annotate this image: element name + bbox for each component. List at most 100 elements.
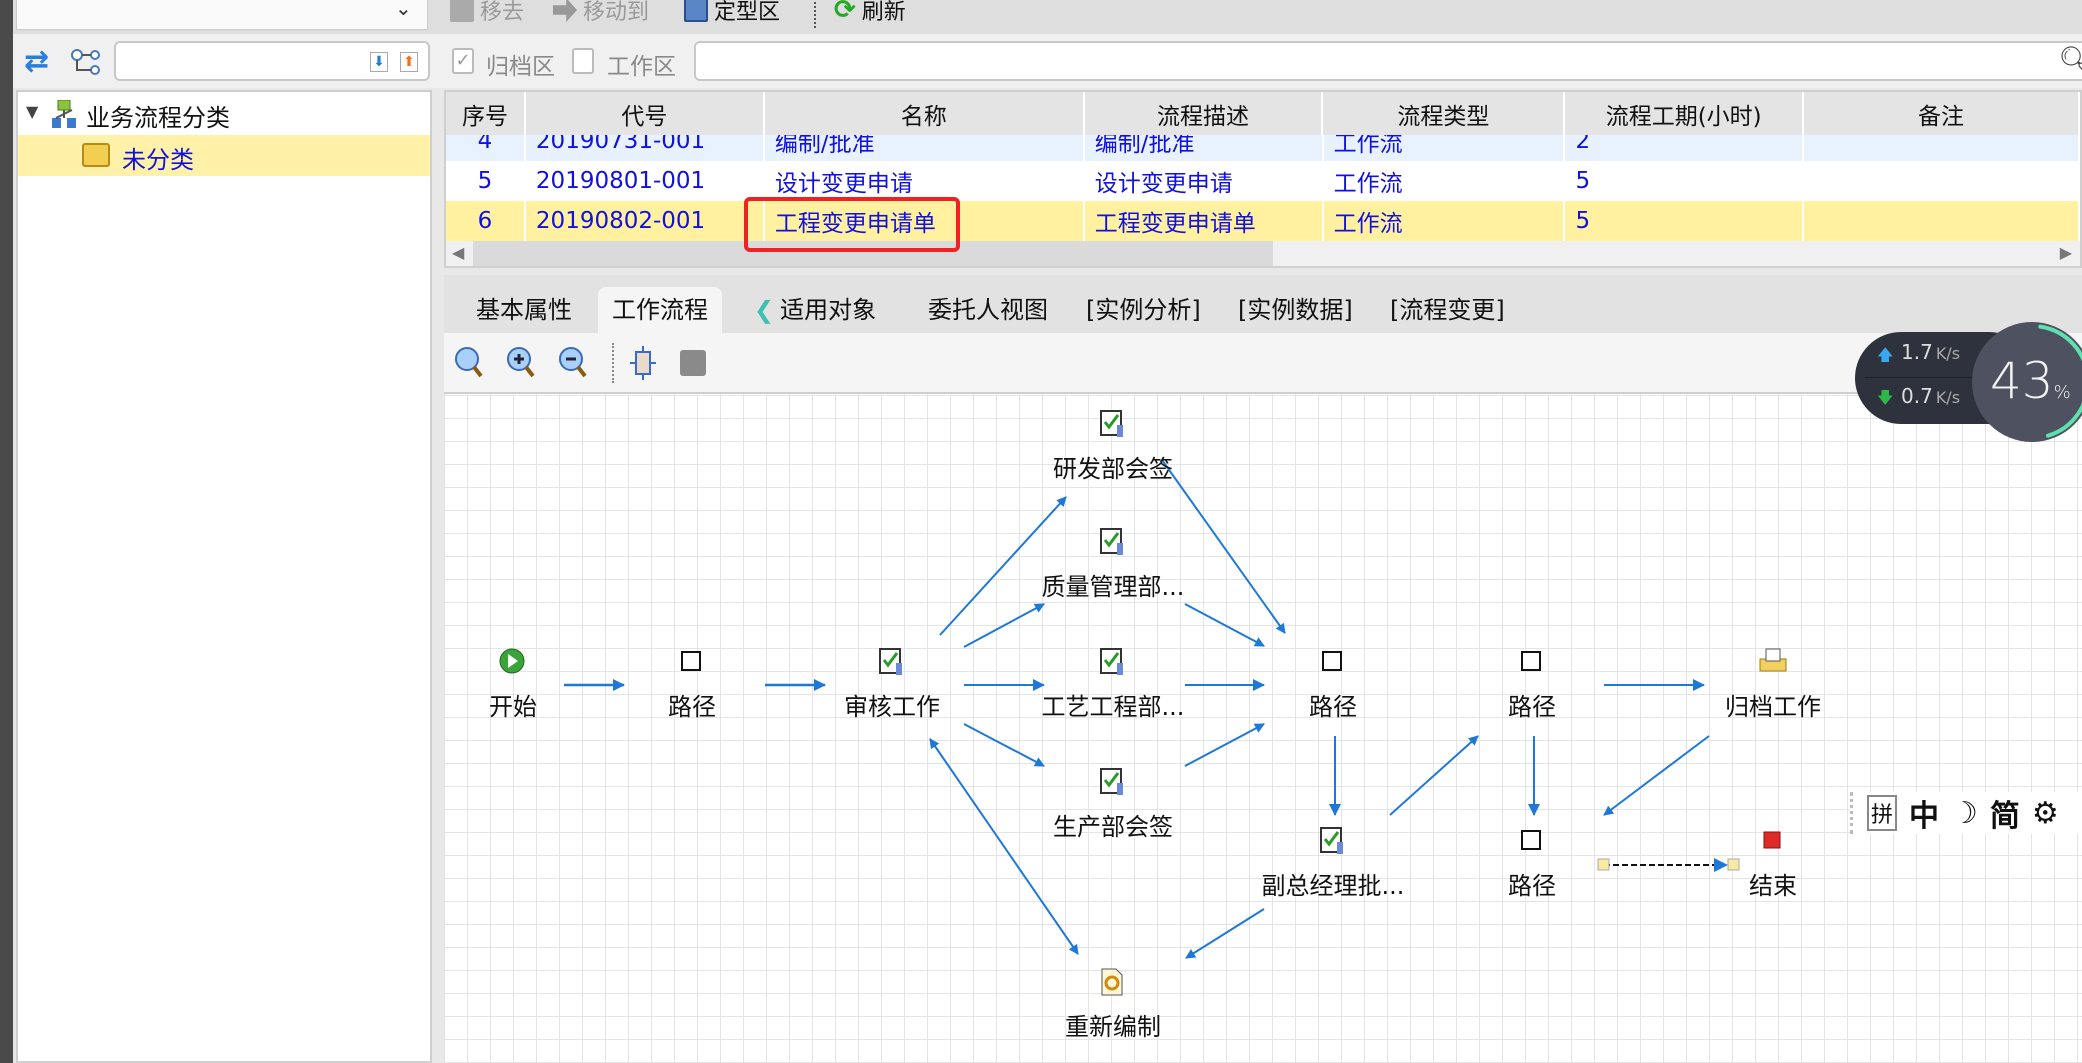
- tree-structure-icon[interactable]: [70, 48, 102, 78]
- node-label: 重新编制: [1065, 1013, 1161, 1041]
- redo-icon: [1098, 968, 1126, 1003]
- column-header[interactable]: 流程类型: [1322, 92, 1566, 135]
- scroll-left-icon[interactable]: ◀: [452, 243, 464, 262]
- edge-rd-route2[interactable]: [1161, 459, 1286, 634]
- node-review[interactable]: [877, 647, 907, 677]
- table-body: 4 20190731-001 编制/批准 编制/批准 工作流 2 5 20190801-00…: [446, 135, 2080, 241]
- column-header[interactable]: 名称: [763, 92, 1085, 135]
- edge-archive-route4[interactable]: [1603, 735, 1710, 816]
- zoom-in-icon[interactable]: [506, 346, 536, 380]
- cell-remark: [1803, 201, 2080, 241]
- edge-vp-redo[interactable]: [1185, 908, 1265, 959]
- edge-production-route2[interactable]: [1184, 723, 1265, 767]
- node-label: 开始: [489, 693, 537, 721]
- node-quality[interactable]: [1098, 527, 1128, 557]
- tab-process-change[interactable]: [流程变更]: [1376, 287, 1519, 333]
- node-label: 路径: [668, 693, 716, 721]
- task-icon: [1098, 410, 1126, 445]
- move-arrow-icon: [553, 0, 577, 22]
- fit-page-icon[interactable]: [628, 346, 658, 380]
- edge-review-production[interactable]: [963, 723, 1045, 767]
- tree-item-uncategorized[interactable]: 未分类: [18, 135, 430, 176]
- node-process[interactable]: [1098, 647, 1128, 677]
- ime-language-button[interactable]: 中: [1909, 791, 1939, 835]
- table-row[interactable]: 4 20190731-001 编制/批准 编制/批准 工作流 2: [446, 135, 2080, 161]
- refresh-button[interactable]: ⟳ 刷新: [834, 0, 906, 26]
- node-route3[interactable]: [1517, 647, 1547, 677]
- column-header[interactable]: 流程描述: [1083, 92, 1324, 135]
- zoom-fit-icon[interactable]: [454, 346, 484, 380]
- archive-zone-checkbox[interactable]: ✓: [452, 48, 474, 74]
- edge-route4-end[interactable]: [1597, 858, 1740, 872]
- cell-name: 设计变更申请: [763, 161, 1085, 201]
- column-header[interactable]: 流程工期(小时): [1564, 92, 1805, 135]
- edge-vp-route3[interactable]: [1389, 735, 1479, 816]
- node-redo[interactable]: [1098, 967, 1128, 997]
- task-icon: [1098, 648, 1126, 683]
- finalize-icon: [684, 0, 708, 22]
- column-header[interactable]: 代号: [524, 92, 765, 135]
- tree-child-label: 未分类: [122, 146, 194, 174]
- task-icon: [1098, 528, 1126, 563]
- search-icon[interactable]: 🔍︎: [2058, 44, 2082, 77]
- table-row-selected[interactable]: 6 20190802-001 工程变更申请单 工程变更申请单 工作流 5: [446, 201, 2080, 241]
- remove-label: 移去: [480, 0, 525, 25]
- move-up-icon[interactable]: ⬆: [400, 52, 418, 72]
- node-start[interactable]: [498, 647, 528, 677]
- diagram-toolbar: [444, 333, 2082, 392]
- zoom-out-icon[interactable]: [558, 346, 588, 380]
- cell-duration: 5: [1564, 201, 1805, 241]
- tab-label: 适用对象: [780, 296, 877, 324]
- route-icon: [1517, 830, 1545, 860]
- node-end[interactable]: [1758, 826, 1788, 856]
- node-rd[interactable]: [1098, 409, 1128, 439]
- tab-instance-data[interactable]: [实例数据]: [1224, 287, 1367, 333]
- column-header[interactable]: 序号: [446, 92, 526, 135]
- work-zone-checkbox[interactable]: [572, 48, 594, 74]
- task-icon: [877, 648, 905, 683]
- work-zone-label: 工作区: [607, 54, 676, 80]
- tree-root-label[interactable]: 业务流程分类: [86, 98, 230, 133]
- upload-unit: K/s: [1935, 344, 1961, 363]
- horizontal-scrollbar[interactable]: ◀ ▶: [446, 241, 2080, 266]
- node-route4[interactable]: [1517, 826, 1547, 856]
- ime-pinyin-button[interactable]: 拼: [1867, 795, 1898, 831]
- task-icon: [1098, 768, 1126, 803]
- finalize-zone-button[interactable]: 定型区: [684, 0, 780, 26]
- node-route1[interactable]: [677, 647, 707, 677]
- edge-quality-route2[interactable]: [1184, 603, 1265, 647]
- usage-gauge[interactable]: 43%: [1972, 322, 2082, 442]
- node-route2[interactable]: [1318, 647, 1348, 677]
- edge-review-quality[interactable]: [963, 603, 1045, 648]
- node-vp[interactable]: [1318, 826, 1348, 856]
- search-input[interactable]: [694, 41, 2082, 81]
- tab-delegate-view[interactable]: 委托人视图: [914, 287, 1062, 333]
- edge-review-redo[interactable]: [929, 738, 1079, 955]
- expand-triangle-icon[interactable]: ▼: [26, 102, 38, 121]
- node-production[interactable]: [1098, 767, 1128, 797]
- workflow-table: 序号 代号 名称 流程描述 流程类型 流程工期(小时) 备注 4 20190731…: [444, 90, 2082, 268]
- node-label: 路径: [1508, 872, 1556, 900]
- workflow-diagram[interactable]: 开始 路径 审核工作 研发部会签 质量管理部... 工艺工程部... 生产部会签 路径 路径 归档…: [444, 392, 2082, 1063]
- tab-instance-analysis[interactable]: [实例分析]: [1072, 287, 1215, 333]
- move-down-icon[interactable]: ⬇: [370, 52, 388, 72]
- sync-icon[interactable]: ⇄: [24, 44, 49, 79]
- ime-simplified-button[interactable]: 简: [1990, 791, 2020, 835]
- tab-workflow[interactable]: 工作流程: [598, 287, 722, 333]
- finalize-label: 定型区: [714, 0, 781, 25]
- node-archive[interactable]: [1758, 647, 1788, 677]
- chevron-double-down-icon[interactable]: ⌄: [395, 0, 412, 20]
- ime-punctuation-icon[interactable]: ☽: [1951, 796, 1978, 831]
- remove-button[interactable]: 移去: [450, 0, 524, 26]
- edge-review-rd[interactable]: [939, 496, 1067, 636]
- move-to-button[interactable]: 移动到: [553, 0, 649, 26]
- category-dropdown[interactable]: [16, 0, 428, 30]
- tab-applicable-objects[interactable]: ❮ 适用对象: [740, 287, 890, 333]
- table-row[interactable]: 5 20190801-001 设计变更申请 设计变更申请 工作流 5: [446, 161, 2080, 201]
- scroll-right-icon[interactable]: ▶: [2060, 243, 2072, 262]
- route-icon: [1318, 651, 1346, 681]
- ime-settings-gear-icon[interactable]: ⚙: [2032, 796, 2059, 831]
- column-header[interactable]: 备注: [1803, 92, 2080, 135]
- tab-basic-properties[interactable]: 基本属性: [462, 287, 586, 333]
- node-label: 生产部会签: [1053, 813, 1173, 841]
